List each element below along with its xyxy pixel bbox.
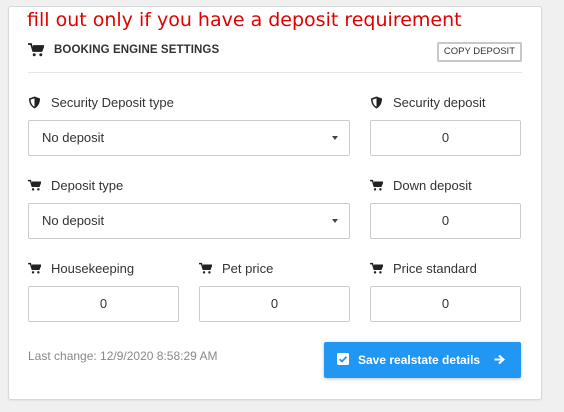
save-details-button[interactable]: Save realstate details: [324, 342, 521, 378]
cart-icon: [28, 43, 44, 57]
arrow-right-icon: [494, 354, 505, 365]
housekeeping-input[interactable]: 0: [28, 286, 179, 322]
security-deposit-type-select[interactable]: No deposit: [28, 120, 350, 156]
cart-icon: [28, 179, 41, 191]
caret-down-icon: [332, 219, 338, 223]
shield-icon: [371, 96, 382, 109]
cart-icon: [370, 179, 383, 191]
cart-icon: [28, 262, 41, 274]
cart-icon: [370, 262, 383, 274]
pet-price-input[interactable]: 0: [199, 286, 350, 322]
down-deposit-label: Down deposit: [370, 178, 472, 193]
last-change-text: Last change: 12/9/2020 8:58:29 AM: [28, 349, 218, 363]
price-standard-label: Price standard: [370, 261, 477, 276]
save-button-label: Save realstate details: [358, 353, 481, 367]
shield-icon: [29, 96, 40, 109]
caret-down-icon: [332, 136, 338, 140]
security-deposit-input[interactable]: 0: [370, 120, 521, 156]
down-deposit-input[interactable]: 0: [370, 203, 521, 239]
housekeeping-label: Housekeeping: [28, 261, 134, 276]
security-deposit-label: Security deposit: [370, 95, 486, 110]
deposit-type-select[interactable]: No deposit: [28, 203, 350, 239]
copy-deposit-button[interactable]: COPY DEPOSIT: [436, 42, 522, 62]
checkbox-check-icon: [337, 353, 349, 365]
pet-price-label: Pet price: [199, 261, 273, 276]
price-standard-input[interactable]: 0: [370, 286, 521, 322]
security-deposit-type-label: Security Deposit type: [28, 95, 174, 110]
section-title: BOOKING ENGINE SETTINGS: [54, 44, 220, 56]
card-header: BOOKING ENGINE SETTINGS COPY DEPOSIT: [28, 40, 522, 73]
cart-icon: [199, 262, 212, 274]
annotation-note: fill out only if you have a deposit requ…: [27, 9, 462, 31]
deposit-type-label: Deposit type: [28, 178, 123, 193]
